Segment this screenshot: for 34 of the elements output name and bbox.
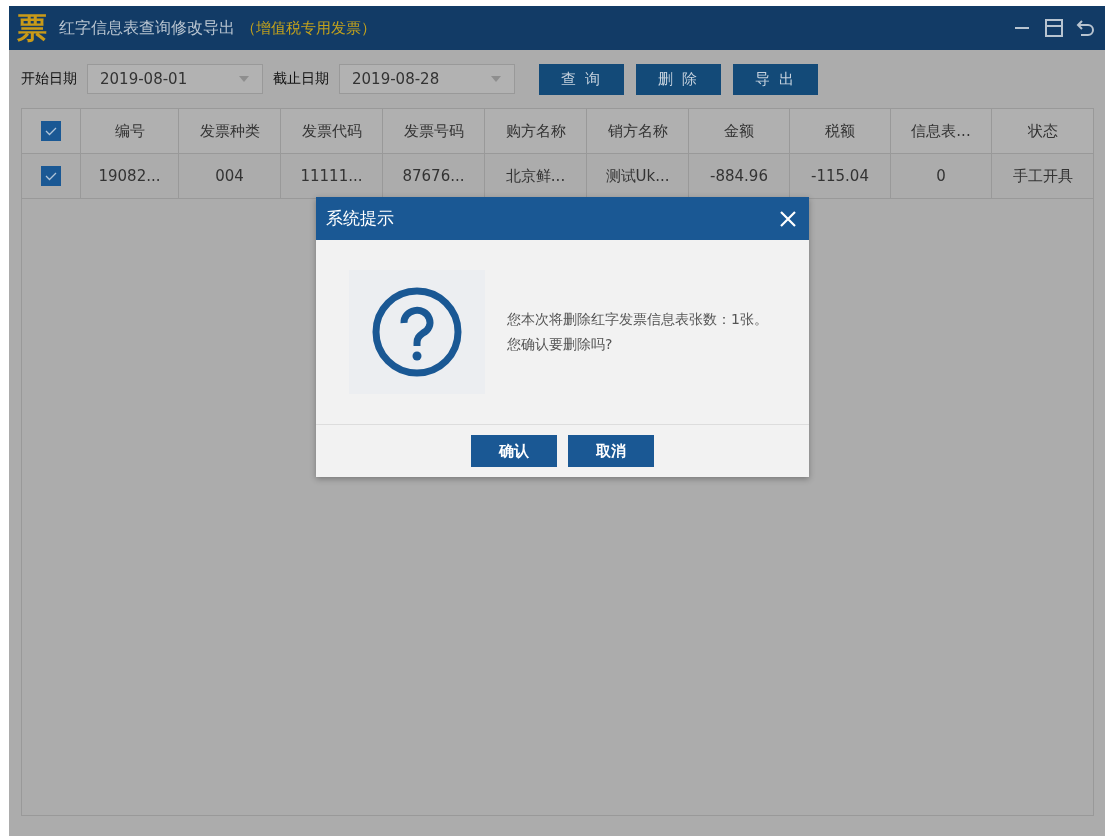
app-logo: 票 [17,8,48,47]
table-cell: 0 [891,154,992,198]
toolbar-button[interactable]: 查 询 [539,63,624,95]
dialog-button[interactable]: 取消 [568,435,654,467]
dialog-button[interactable]: 确认 [471,435,557,467]
column-header[interactable]: 信息表... [891,109,992,153]
window-subtitle: （增值税专用发票） [241,18,376,38]
date-field[interactable]: 2019-08-01 [87,64,263,94]
column-header[interactable]: 发票种类 [179,109,281,153]
column-header[interactable]: 编号 [81,109,179,153]
undo-icon[interactable] [1075,17,1097,39]
toolbar-button[interactable]: 导 出 [733,63,818,95]
window-title: 红字信息表查询修改导出 [59,17,235,39]
toolbar-button[interactable]: 删 除 [636,63,721,95]
select-all-checkbox[interactable] [41,121,61,141]
column-header[interactable]: 发票代码 [281,109,383,153]
column-header[interactable]: 金额 [689,109,790,153]
table-cell-text: 手工开具 [1011,165,1074,187]
column-header[interactable]: 发票号码 [383,109,485,153]
row-checkbox[interactable] [41,166,61,186]
date-label: 开始日期 [21,70,77,88]
question-icon [371,286,463,378]
close-icon[interactable] [779,209,797,228]
column-header[interactable]: 税额 [790,109,891,153]
restore-icon[interactable] [1043,17,1065,39]
column-header[interactable]: 状态 [992,109,1093,153]
column-header[interactable]: 销方名称 [587,109,689,153]
date-label: 截止日期 [273,70,329,88]
dialog-title: 系统提示 [326,207,394,230]
table-cell: 004 [179,154,281,198]
table-cell: 19082... [81,154,179,198]
date-field[interactable]: 2019-08-28 [339,64,515,94]
column-header[interactable]: 购方名称 [485,109,587,153]
dialog-message: 您本次将删除红字发票信息表张数：1张。您确认要删除吗? [507,310,769,354]
